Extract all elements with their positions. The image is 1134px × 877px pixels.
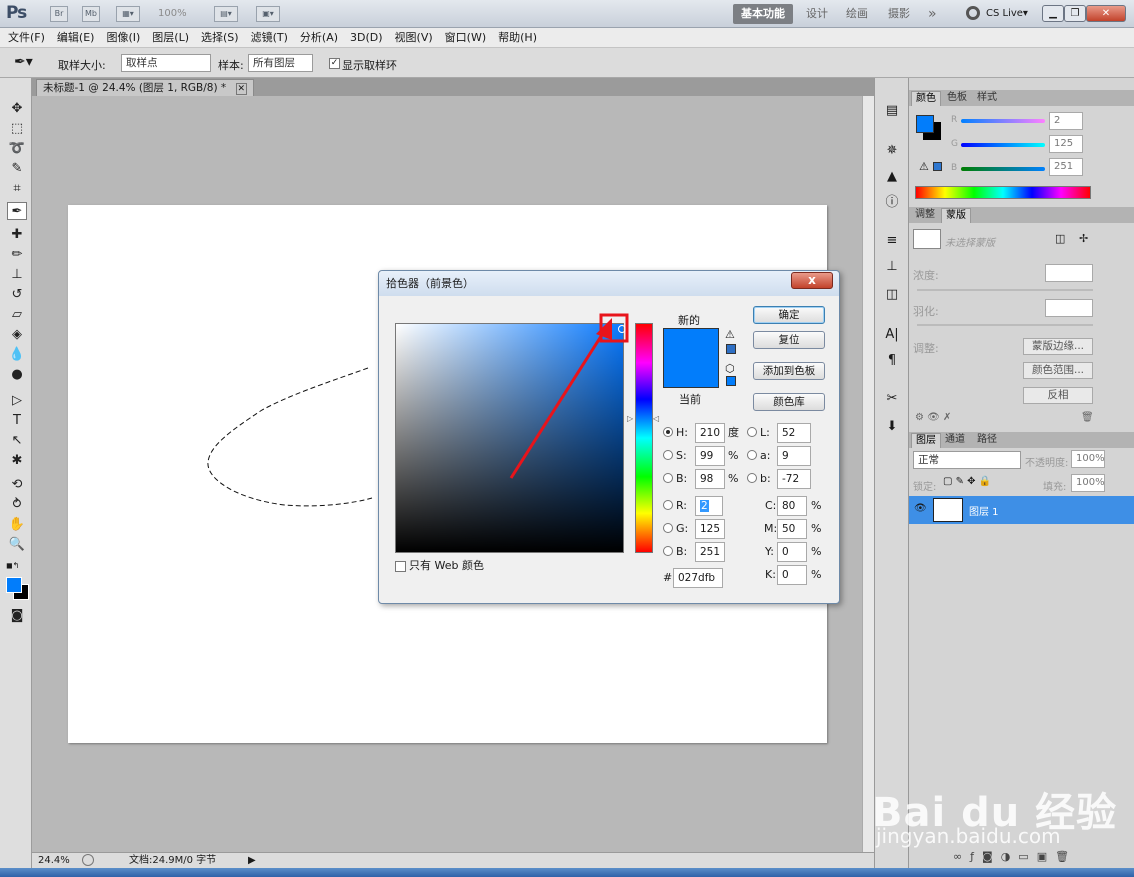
annotation-arrowhead [596,318,612,340]
windows-taskbar [0,868,1134,877]
annotation-overlay [509,313,629,479]
baidu-watermark-url: jingyan.baidu.com [876,824,1061,848]
annotation-arrow-shaft [509,329,607,479]
